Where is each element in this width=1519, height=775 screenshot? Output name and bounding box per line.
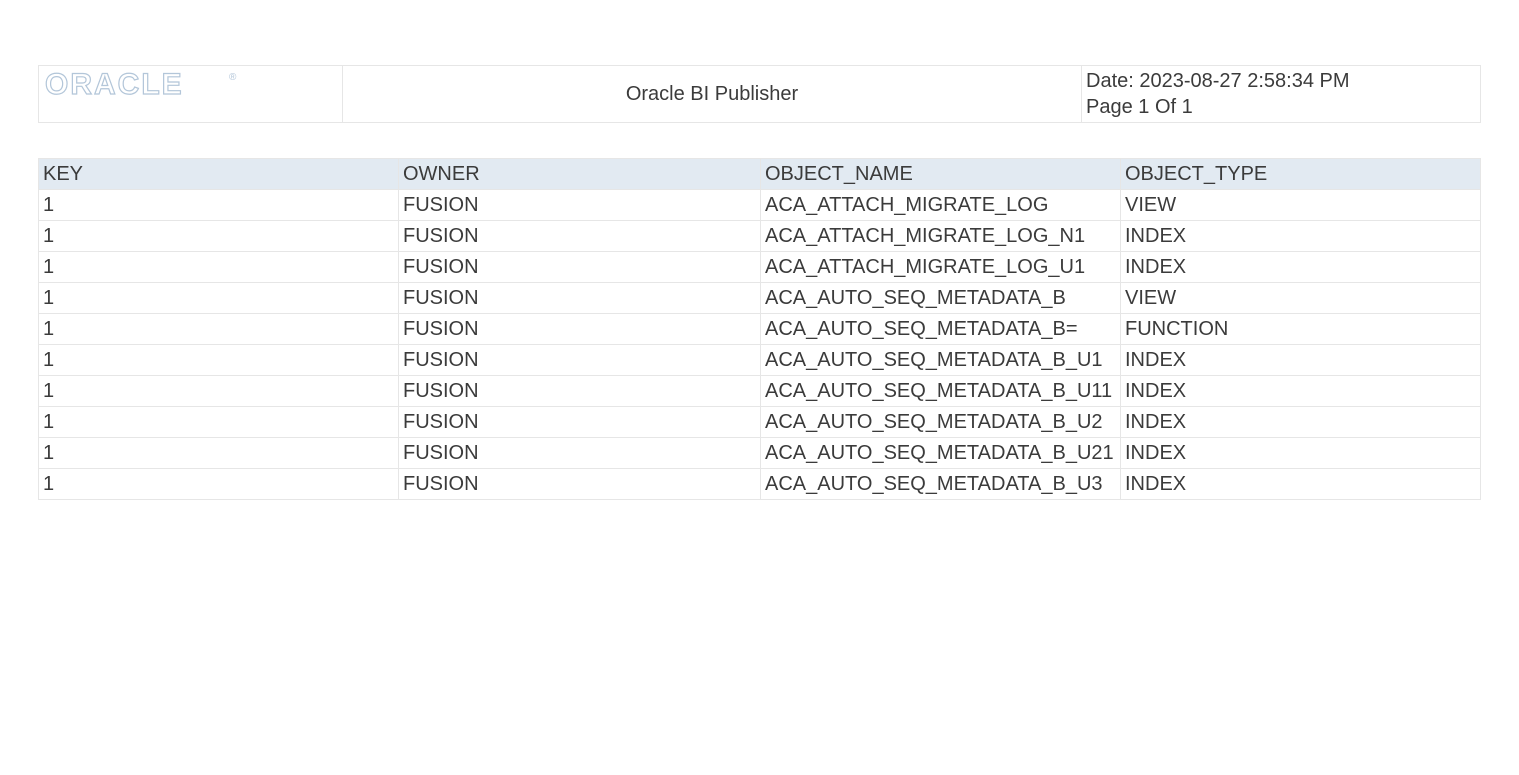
cell-object-name: ACA_ATTACH_MIGRATE_LOG_N1 xyxy=(761,221,1121,252)
cell-key: 1 xyxy=(39,407,399,438)
cell-object-type: INDEX xyxy=(1121,469,1481,500)
cell-object-type: VIEW xyxy=(1121,190,1481,221)
cell-owner: FUSION xyxy=(399,314,761,345)
col-header-owner: OWNER xyxy=(399,159,761,190)
cell-key: 1 xyxy=(39,438,399,469)
cell-object-name: ACA_ATTACH_MIGRATE_LOG xyxy=(761,190,1121,221)
table-row: 1FUSIONACA_AUTO_SEQ_METADATA_BVIEW xyxy=(39,283,1481,314)
cell-owner: FUSION xyxy=(399,190,761,221)
table-row: 1FUSIONACA_AUTO_SEQ_METADATA_B_U21INDEX xyxy=(39,438,1481,469)
table-row: 1FUSIONACA_ATTACH_MIGRATE_LOGVIEW xyxy=(39,190,1481,221)
col-header-object-type: OBJECT_TYPE xyxy=(1121,159,1481,190)
cell-object-type: VIEW xyxy=(1121,283,1481,314)
report-header: ORACLE ® Oracle BI Publisher Date: 2023-… xyxy=(38,65,1481,123)
cell-owner: FUSION xyxy=(399,283,761,314)
table-row: 1FUSIONACA_ATTACH_MIGRATE_LOG_U1INDEX xyxy=(39,252,1481,283)
report-meta-cell: Date: 2023-08-27 2:58:34 PM Page 1 Of 1 xyxy=(1082,66,1481,123)
table-row: 1FUSIONACA_ATTACH_MIGRATE_LOG_N1INDEX xyxy=(39,221,1481,252)
cell-owner: FUSION xyxy=(399,252,761,283)
table-row: 1FUSIONACA_AUTO_SEQ_METADATA_B_U3INDEX xyxy=(39,469,1481,500)
cell-object-type: INDEX xyxy=(1121,252,1481,283)
cell-object-name: ACA_ATTACH_MIGRATE_LOG_U1 xyxy=(761,252,1121,283)
cell-object-name: ACA_AUTO_SEQ_METADATA_B_U21 xyxy=(761,438,1121,469)
cell-key: 1 xyxy=(39,190,399,221)
report-page: ORACLE ® Oracle BI Publisher Date: 2023-… xyxy=(0,0,1519,540)
cell-key: 1 xyxy=(39,221,399,252)
cell-object-name: ACA_AUTO_SEQ_METADATA_B_U2 xyxy=(761,407,1121,438)
cell-object-name: ACA_AUTO_SEQ_METADATA_B_U11 xyxy=(761,376,1121,407)
cell-key: 1 xyxy=(39,314,399,345)
cell-object-type: INDEX xyxy=(1121,376,1481,407)
cell-owner: FUSION xyxy=(399,221,761,252)
registered-mark: ® xyxy=(229,72,238,83)
cell-owner: FUSION xyxy=(399,407,761,438)
report-date: Date: 2023-08-27 2:58:34 PM xyxy=(1086,68,1476,94)
cell-object-name: ACA_AUTO_SEQ_METADATA_B xyxy=(761,283,1121,314)
report-title: Oracle BI Publisher xyxy=(626,83,798,105)
data-table-body: 1FUSIONACA_ATTACH_MIGRATE_LOGVIEW1FUSION… xyxy=(39,190,1481,500)
table-row: 1FUSIONACA_AUTO_SEQ_METADATA_B=FUNCTION xyxy=(39,314,1481,345)
cell-owner: FUSION xyxy=(399,376,761,407)
cell-object-type: INDEX xyxy=(1121,407,1481,438)
oracle-logo: ORACLE ® xyxy=(45,70,245,107)
cell-key: 1 xyxy=(39,469,399,500)
cell-object-name: ACA_AUTO_SEQ_METADATA_B= xyxy=(761,314,1121,345)
report-page-number: Page 1 Of 1 xyxy=(1086,94,1476,120)
report-title-cell: Oracle BI Publisher xyxy=(343,66,1082,123)
table-row: 1FUSIONACA_AUTO_SEQ_METADATA_B_U11INDEX xyxy=(39,376,1481,407)
cell-object-type: INDEX xyxy=(1121,438,1481,469)
table-row: 1FUSIONACA_AUTO_SEQ_METADATA_B_U1INDEX xyxy=(39,345,1481,376)
cell-owner: FUSION xyxy=(399,438,761,469)
data-table-head: KEY OWNER OBJECT_NAME OBJECT_TYPE xyxy=(39,159,1481,190)
cell-object-name: ACA_AUTO_SEQ_METADATA_B_U1 xyxy=(761,345,1121,376)
cell-owner: FUSION xyxy=(399,469,761,500)
cell-object-type: INDEX xyxy=(1121,345,1481,376)
logo-cell: ORACLE ® xyxy=(39,66,343,123)
table-row: 1FUSIONACA_AUTO_SEQ_METADATA_B_U2INDEX xyxy=(39,407,1481,438)
cell-object-type: FUNCTION xyxy=(1121,314,1481,345)
cell-object-type: INDEX xyxy=(1121,221,1481,252)
cell-object-name: ACA_AUTO_SEQ_METADATA_B_U3 xyxy=(761,469,1121,500)
col-header-object-name: OBJECT_NAME xyxy=(761,159,1121,190)
cell-key: 1 xyxy=(39,252,399,283)
data-table: KEY OWNER OBJECT_NAME OBJECT_TYPE 1FUSIO… xyxy=(38,158,1481,500)
cell-key: 1 xyxy=(39,345,399,376)
cell-owner: FUSION xyxy=(399,345,761,376)
col-header-key: KEY xyxy=(39,159,399,190)
cell-key: 1 xyxy=(39,376,399,407)
cell-key: 1 xyxy=(39,283,399,314)
oracle-logo-text: ORACLE xyxy=(45,70,184,100)
